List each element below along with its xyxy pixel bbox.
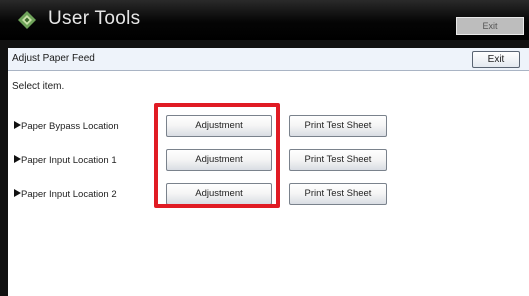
row-label-text: Paper Input Location 2 xyxy=(21,189,117,200)
exit-button-top[interactable]: Exit xyxy=(456,17,524,35)
instruction-text: Select item. xyxy=(12,81,65,92)
user-tools-icon xyxy=(18,11,36,29)
right-triangle-icon xyxy=(14,121,21,129)
row-label: Paper Bypass Location xyxy=(14,120,119,134)
right-triangle-icon xyxy=(14,189,21,197)
print-test-sheet-button[interactable]: Print Test Sheet xyxy=(289,115,387,137)
app-title: User Tools xyxy=(48,8,141,29)
panel-header: Adjust Paper Feed Exit xyxy=(8,48,529,71)
row-label: Paper Input Location 2 xyxy=(14,188,117,202)
title-bar: User Tools Exit xyxy=(0,0,529,40)
right-triangle-icon xyxy=(14,155,21,163)
highlight-box xyxy=(154,103,280,208)
row-label-text: Paper Bypass Location xyxy=(21,121,119,132)
print-test-sheet-button[interactable]: Print Test Sheet xyxy=(289,149,387,171)
row-label: Paper Input Location 1 xyxy=(14,154,117,168)
adjust-paper-feed-panel: Adjust Paper Feed Exit Select item. Pape… xyxy=(8,48,529,296)
panel-title: Adjust Paper Feed xyxy=(12,53,95,64)
print-test-sheet-button[interactable]: Print Test Sheet xyxy=(289,183,387,205)
screen: User Tools Exit Adjust Paper Feed Exit S… xyxy=(0,0,529,296)
row-label-text: Paper Input Location 1 xyxy=(21,155,117,166)
exit-button[interactable]: Exit xyxy=(472,51,520,68)
